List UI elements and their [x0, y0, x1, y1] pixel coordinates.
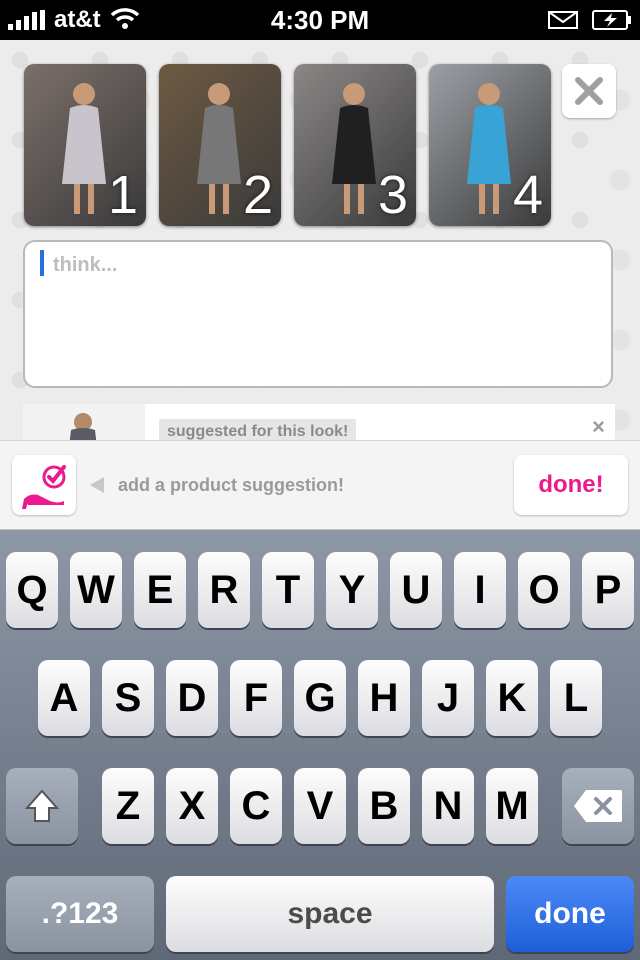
mail-icon [548, 11, 578, 29]
shoe-check-icon [22, 465, 66, 509]
space-key[interactable]: space [166, 876, 494, 952]
keyboard: QWERTYUIOP ASDFGHJKL ZXCVBNM .?123 space… [0, 530, 640, 960]
key-m[interactable]: M [486, 768, 538, 844]
photo-thumbnail[interactable]: 4 [429, 64, 551, 226]
key-q[interactable]: Q [6, 552, 58, 628]
key-i[interactable]: I [454, 552, 506, 628]
key-h[interactable]: H [358, 660, 410, 736]
think-text-area[interactable]: think... [23, 240, 613, 388]
accessory-bar: add a product suggestion! done! [0, 440, 640, 530]
key-o[interactable]: O [518, 552, 570, 628]
photo-number: 2 [242, 165, 273, 225]
add-product-button[interactable] [12, 455, 76, 515]
key-r[interactable]: R [198, 552, 250, 628]
photo-thumbnail[interactable]: 1 [24, 64, 146, 226]
backspace-key[interactable] [562, 768, 634, 844]
compose-area: 1 2 3 4 think... suggested for this look! × [0, 40, 640, 440]
status-bar: at&t 4:30 PM [0, 0, 640, 40]
numbers-key[interactable]: .?123 [6, 876, 154, 952]
key-w[interactable]: W [70, 552, 122, 628]
keyboard-done-key[interactable]: done [506, 876, 634, 952]
shift-key[interactable] [6, 768, 78, 844]
photo-thumbnail[interactable]: 2 [159, 64, 281, 226]
close-button[interactable] [562, 64, 616, 118]
close-icon [575, 77, 603, 105]
think-placeholder: think... [53, 254, 118, 276]
status-time: 4:30 PM [270, 5, 370, 35]
remove-suggestion-button[interactable]: × [592, 414, 605, 440]
key-b[interactable]: B [358, 768, 410, 844]
key-f[interactable]: F [230, 660, 282, 736]
key-l[interactable]: L [550, 660, 602, 736]
key-k[interactable]: K [486, 660, 538, 736]
photo-number: 3 [377, 165, 408, 225]
add-product-hint: add a product suggestion! [118, 475, 345, 495]
suggestion-label: suggested for this look! [159, 419, 357, 440]
key-y[interactable]: Y [326, 552, 378, 628]
key-p[interactable]: P [582, 552, 634, 628]
key-n[interactable]: N [422, 768, 474, 844]
key-e[interactable]: E [134, 552, 186, 628]
battery-charging-icon [592, 10, 631, 30]
shift-arrow-icon [24, 789, 60, 822]
key-c[interactable]: C [230, 768, 282, 844]
suggestion-product-image [23, 404, 145, 440]
key-u[interactable]: U [390, 552, 442, 628]
key-x[interactable]: X [166, 768, 218, 844]
key-s[interactable]: S [102, 660, 154, 736]
photo-number: 4 [512, 165, 543, 225]
key-z[interactable]: Z [102, 768, 154, 844]
text-cursor [40, 250, 44, 276]
suggestion-card[interactable]: suggested for this look! × [23, 404, 615, 440]
key-d[interactable]: D [166, 660, 218, 736]
key-j[interactable]: J [422, 660, 474, 736]
backspace-icon [574, 790, 622, 822]
key-v[interactable]: V [294, 768, 346, 844]
key-g[interactable]: G [294, 660, 346, 736]
photo-thumbnail[interactable]: 3 [294, 64, 416, 226]
done-button[interactable]: done! [514, 455, 628, 515]
key-t[interactable]: T [262, 552, 314, 628]
key-a[interactable]: A [38, 660, 90, 736]
photo-number: 1 [107, 165, 138, 225]
arrow-left-icon [90, 477, 104, 493]
